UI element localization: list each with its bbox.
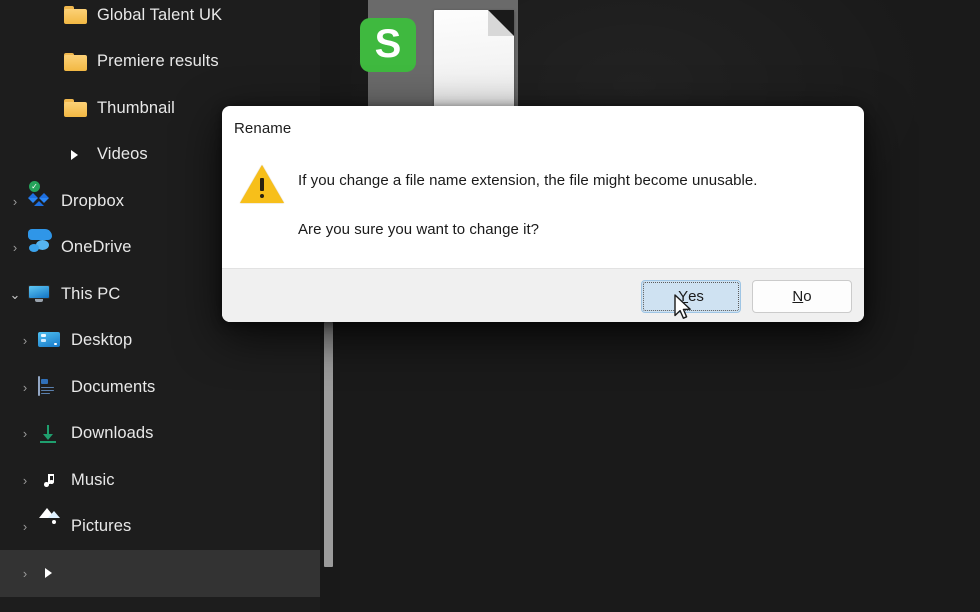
chevron-down-icon[interactable]: ⌄ (2, 288, 28, 301)
nav-item-label: Dropbox (61, 191, 125, 210)
file-document-icon (434, 10, 514, 114)
dialog-message-line-1: If you change a file name extension, the… (298, 172, 758, 189)
nav-item-label: Global Talent UK (97, 5, 223, 24)
spreadsheet-app-badge-icon: S (360, 18, 416, 72)
videos-icon (38, 562, 62, 584)
onedrive-icon (28, 228, 52, 259)
scrollbar-thumb[interactable] (324, 322, 333, 567)
chevron-right-icon[interactable]: › (12, 520, 38, 533)
no-button[interactable]: No (752, 280, 852, 313)
dialog-message-line-2: Are you sure you want to change it? (298, 221, 540, 238)
dialog-button-bar: Yes No (222, 268, 864, 322)
nav-item-documents[interactable]: › Documents (0, 364, 320, 411)
chevron-right-icon[interactable]: › (12, 474, 38, 487)
nav-item-pictures[interactable]: › Pictures (0, 504, 320, 551)
chevron-right-icon[interactable]: › (12, 427, 38, 440)
folder-icon (64, 51, 88, 73)
nav-item-desktop[interactable]: › Desktop (0, 318, 320, 365)
folder-icon (64, 97, 88, 119)
file-explorer-window: Global Talent UK Premiere results Thumbnai… (0, 0, 980, 612)
selected-file-item[interactable]: S (360, 0, 518, 114)
chevron-right-icon[interactable]: › (12, 381, 38, 394)
downloads-icon (38, 423, 62, 445)
nav-item-label: Premiere results (97, 52, 219, 71)
nav-item-label: Music (71, 470, 115, 489)
yes-button-accelerator: Y (678, 288, 689, 305)
dropbox-icon: ✓ (28, 181, 52, 212)
nav-item-music[interactable]: › Music (0, 457, 320, 504)
warning-triangle-icon (240, 165, 284, 207)
video-icon (64, 144, 88, 166)
no-button-label-rest: o (803, 288, 812, 305)
nav-item-label: OneDrive (61, 238, 132, 257)
nav-item-global-talent-uk[interactable]: Global Talent UK (0, 0, 320, 39)
nav-item-premiere-results[interactable]: Premiere results (0, 39, 320, 86)
chevron-right-icon[interactable]: › (12, 334, 38, 347)
desktop-icon (38, 330, 62, 352)
yes-button-label-rest: es (688, 288, 704, 305)
yes-button[interactable]: Yes (641, 280, 741, 313)
nav-item-label: Thumbnail (97, 98, 175, 117)
nav-item-label: Desktop (71, 331, 133, 350)
documents-icon (38, 376, 62, 398)
rename-confirmation-dialog: Rename If you change a file name extensi… (222, 106, 864, 322)
nav-item-label: This PC (61, 284, 121, 303)
folder-icon (64, 4, 88, 26)
nav-item-downloads[interactable]: › Downloads (0, 411, 320, 458)
chevron-right-icon[interactable]: › (12, 567, 38, 580)
nav-item-label: Documents (71, 377, 156, 396)
nav-item-label: Pictures (71, 517, 132, 536)
chevron-right-icon[interactable]: › (2, 195, 28, 208)
nav-item-label: Videos (97, 145, 148, 164)
nav-item-label: Downloads (71, 424, 154, 443)
dialog-title: Rename (234, 120, 292, 137)
this-pc-icon (28, 283, 52, 305)
music-icon (38, 469, 62, 491)
pictures-icon (38, 507, 62, 538)
no-button-accelerator: N (792, 288, 804, 305)
chevron-right-icon[interactable]: › (2, 241, 28, 254)
nav-item-partial[interactable]: › (0, 550, 320, 597)
